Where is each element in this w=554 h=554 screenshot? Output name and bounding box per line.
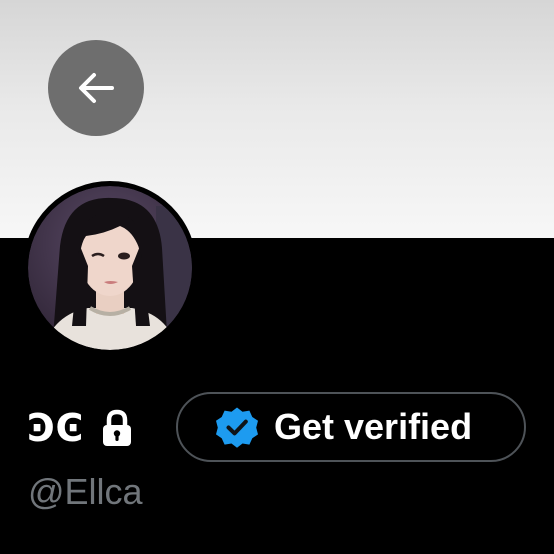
- profile-screen: ϿϾ Get verified @Ellca: [0, 0, 554, 554]
- avatar[interactable]: [28, 186, 192, 350]
- get-verified-button[interactable]: Get verified: [176, 392, 526, 462]
- avatar-frame: [23, 181, 197, 355]
- back-button[interactable]: [48, 40, 144, 136]
- arrow-left-icon: [79, 73, 114, 103]
- user-handle: @Ellca: [28, 471, 143, 512]
- lock-icon: [103, 409, 132, 446]
- verified-badge-icon: [216, 407, 258, 448]
- get-verified-label: Get verified: [274, 406, 473, 447]
- display-name: ϿϾ: [28, 406, 85, 450]
- name-row: ϿϾ: [28, 400, 134, 456]
